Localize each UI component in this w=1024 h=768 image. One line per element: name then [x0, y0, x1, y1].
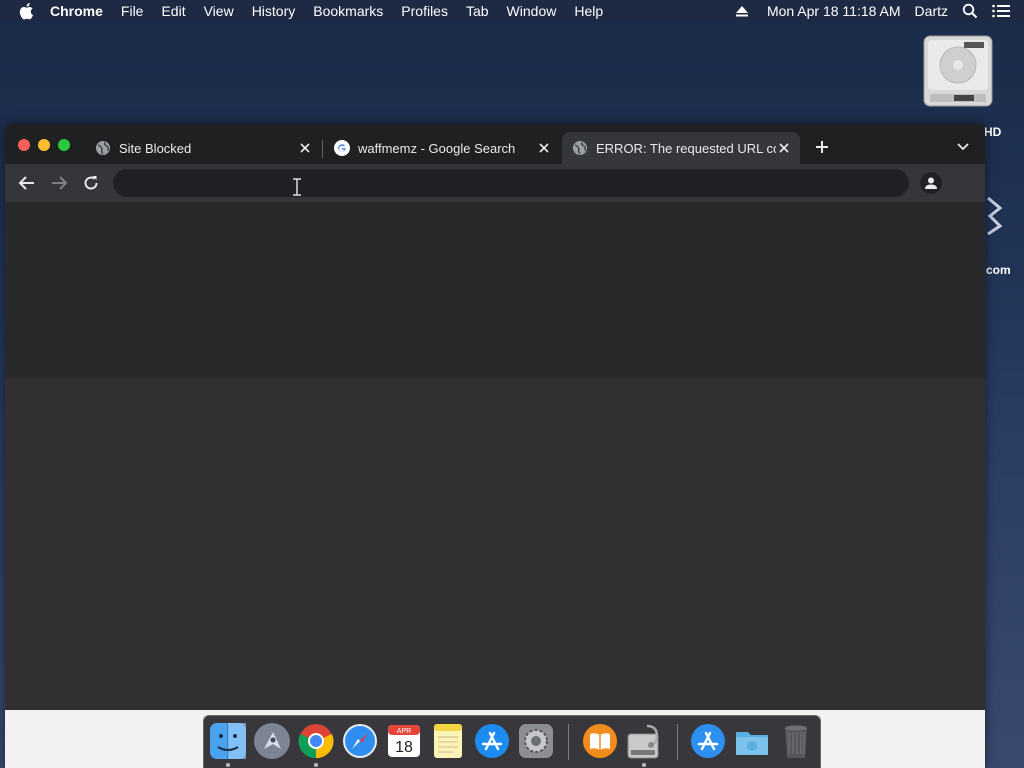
menu-clock[interactable]: Mon Apr 18 11:18 AM	[767, 3, 901, 19]
menu-profiles[interactable]: Profiles	[401, 3, 448, 19]
menu-bookmarks[interactable]: Bookmarks	[313, 3, 383, 19]
globe-icon	[95, 140, 111, 156]
launchpad-icon[interactable]	[253, 722, 291, 760]
app-store-icon[interactable]	[473, 722, 511, 760]
menu-view[interactable]: View	[204, 3, 234, 19]
tab-error[interactable]: ERROR: The requested URL co	[562, 132, 800, 164]
menu-app-name[interactable]: Chrome	[50, 3, 103, 19]
close-tab-icon[interactable]	[297, 140, 313, 156]
zoom-window-button[interactable]	[58, 139, 70, 151]
chevron-down-icon[interactable]	[955, 140, 971, 154]
trash-icon[interactable]	[777, 722, 815, 760]
menu-history[interactable]: History	[252, 3, 296, 19]
page-content	[5, 378, 985, 710]
globe-icon	[572, 140, 588, 156]
forward-arrow-icon[interactable]	[50, 174, 68, 192]
svg-text:18: 18	[395, 739, 413, 756]
desktop-item-icon[interactable]	[984, 196, 1004, 236]
page-content-header	[5, 202, 985, 378]
close-tab-icon[interactable]	[536, 140, 552, 156]
close-tab-icon[interactable]	[776, 140, 792, 156]
running-indicator	[314, 763, 318, 767]
tab-title: ERROR: The requested URL co	[596, 140, 776, 156]
system-preferences-icon[interactable]	[517, 722, 555, 760]
chrome-icon[interactable]	[297, 722, 335, 760]
tab-site-blocked[interactable]: Site Blocked	[85, 132, 321, 164]
menu-user[interactable]: Dartz	[915, 3, 948, 19]
menu-window[interactable]: Window	[507, 3, 557, 19]
svg-text:APR: APR	[397, 728, 411, 735]
tab-title: Site Blocked	[119, 140, 192, 156]
calendar-icon[interactable]: APR 18	[385, 722, 423, 760]
address-input[interactable]	[113, 169, 909, 197]
close-window-button[interactable]	[18, 139, 30, 151]
address-bar[interactable]	[113, 169, 909, 197]
menu-file[interactable]: File	[121, 3, 144, 19]
reload-icon[interactable]	[82, 174, 100, 192]
google-icon	[334, 140, 350, 156]
browser-window: Site Blocked waffmemz - Google Search ER…	[5, 124, 985, 768]
notes-icon[interactable]	[429, 722, 467, 760]
eject-icon[interactable]	[735, 4, 749, 18]
apple-menu-icon[interactable]	[18, 2, 36, 20]
tab-google-search[interactable]: waffmemz - Google Search	[324, 132, 560, 164]
menu-edit[interactable]: Edit	[161, 3, 185, 19]
browser-toolbar	[5, 164, 985, 202]
running-indicator	[226, 763, 230, 767]
tab-title: waffmemz - Google Search	[358, 140, 516, 156]
dock-divider	[677, 724, 678, 760]
disk-utility-icon[interactable]	[625, 722, 663, 760]
dock: APR 18	[203, 715, 821, 768]
desktop-item-label: com	[986, 263, 1011, 277]
text-cursor-icon	[292, 178, 302, 196]
menu-help[interactable]: Help	[574, 3, 603, 19]
running-indicator	[642, 763, 646, 767]
menu-tab[interactable]: Tab	[466, 3, 489, 19]
spotlight-icon[interactable]	[962, 3, 978, 19]
minimize-window-button[interactable]	[38, 139, 50, 151]
books-icon[interactable]	[581, 722, 619, 760]
hard-drive-icon[interactable]	[920, 34, 996, 110]
hard-drive-label: HD	[984, 125, 1002, 139]
app-store-folder-icon[interactable]	[689, 722, 727, 760]
profile-avatar-icon[interactable]	[920, 172, 942, 194]
back-arrow-icon[interactable]	[18, 174, 36, 192]
folder-icon[interactable]	[733, 722, 771, 760]
tab-separator	[322, 140, 323, 158]
menu-bar: Chrome File Edit View History Bookmarks …	[0, 0, 1024, 22]
dock-divider	[568, 724, 569, 760]
new-tab-plus-icon[interactable]	[813, 138, 831, 156]
tab-strip: Site Blocked waffmemz - Google Search ER…	[5, 124, 985, 164]
notification-center-icon[interactable]	[992, 4, 1010, 18]
menu-extras: Mon Apr 18 11:18 AM Dartz	[735, 0, 1024, 22]
finder-icon[interactable]	[209, 722, 247, 760]
safari-icon[interactable]	[341, 722, 379, 760]
